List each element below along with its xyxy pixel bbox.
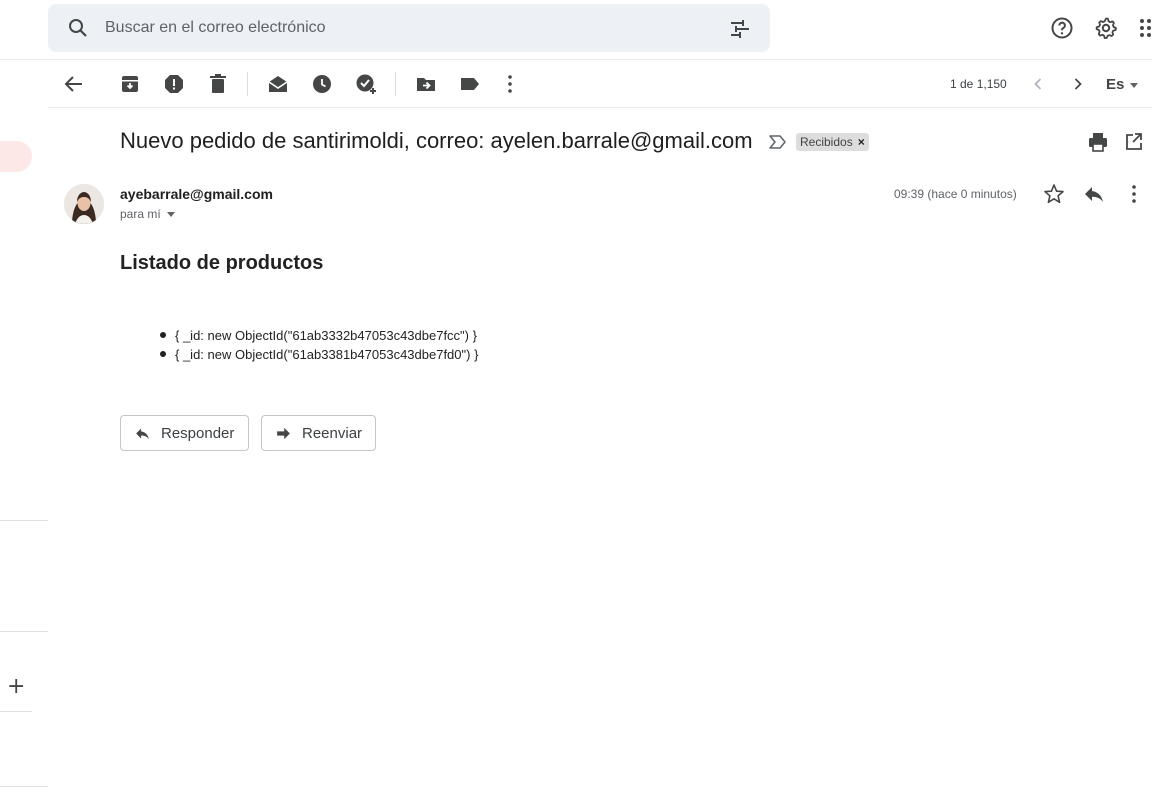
chevron-down-icon[interactable] [166,212,175,217]
toolbar-separator [395,72,396,96]
report-spam-icon[interactable] [162,72,186,96]
email-subject: Nuevo pedido de santirimoldi, correo: ay… [120,128,753,153]
sidebar-divider [0,786,48,787]
label-chip-text: Recibidos [800,135,853,149]
email-timestamp: 09:39 (hace 0 minutos) [894,187,1017,201]
reply-button[interactable]: Responder [120,415,249,451]
help-icon[interactable] [1050,16,1074,40]
list-item: { _id: new ObjectId("61ab3332b47053c43db… [159,327,478,346]
archive-icon[interactable] [118,72,142,96]
chevron-left-icon[interactable] [1026,72,1050,96]
back-arrow-icon[interactable] [62,72,86,96]
reply-icon[interactable] [1082,182,1106,206]
product-list: { _id: new ObjectId("61ab3332b47053c43db… [159,327,478,365]
reply-button-label: Responder [161,424,235,442]
forward-button-label: Reenviar [302,424,363,442]
avatar[interactable] [64,184,104,224]
body-heading: Listado de productos [120,252,324,274]
sidebar-active-item[interactable] [0,141,32,172]
toolbar-separator [247,72,248,96]
add-task-icon[interactable] [354,72,378,96]
recipient-label: para mí [120,207,161,221]
settings-icon[interactable] [1094,16,1118,40]
input-tools-language[interactable]: Es [1106,76,1124,93]
forward-icon [277,427,290,439]
sender-email[interactable]: ayebarrale@gmail.com [120,186,273,202]
chevron-down-icon[interactable] [1130,83,1138,88]
star-icon[interactable] [1042,182,1066,206]
search-icon[interactable] [66,16,90,40]
snooze-clock-icon[interactable] [310,72,334,96]
recipient-details[interactable]: para mí [120,207,175,221]
remove-label-icon[interactable]: × [858,133,865,151]
avatar-photo-icon [64,184,104,224]
delete-icon[interactable] [206,72,230,96]
label-icon[interactable] [458,72,482,96]
more-vert-icon[interactable] [1122,182,1146,206]
importance-marker-icon[interactable] [768,133,788,151]
apps-grid-icon[interactable] [1138,16,1152,40]
label-chip: Recibidos × [796,133,869,151]
search-bar[interactable]: Buscar en el correo electrónico [48,4,770,52]
more-vert-icon[interactable] [498,72,522,96]
add-label-icon[interactable]: + [7,676,27,698]
move-to-icon[interactable] [414,72,438,96]
toolbar-divider [48,107,1152,108]
pagination-count: 1 de 1,150 [950,77,1007,91]
header-divider [0,59,1152,60]
reply-icon [136,428,149,439]
sidebar-divider [0,711,32,712]
list-item: { _id: new ObjectId("61ab3381b47053c43db… [159,346,478,365]
search-options-icon[interactable] [728,17,752,41]
search-input[interactable]: Buscar en el correo electrónico [105,19,326,37]
open-in-new-window-icon[interactable] [1124,130,1144,154]
mark-unread-icon[interactable] [266,72,290,96]
sidebar-divider [0,520,48,521]
forward-button[interactable]: Reenviar [261,415,376,451]
sidebar-divider [0,631,48,632]
print-icon[interactable] [1086,130,1110,154]
chevron-right-icon[interactable] [1066,72,1090,96]
